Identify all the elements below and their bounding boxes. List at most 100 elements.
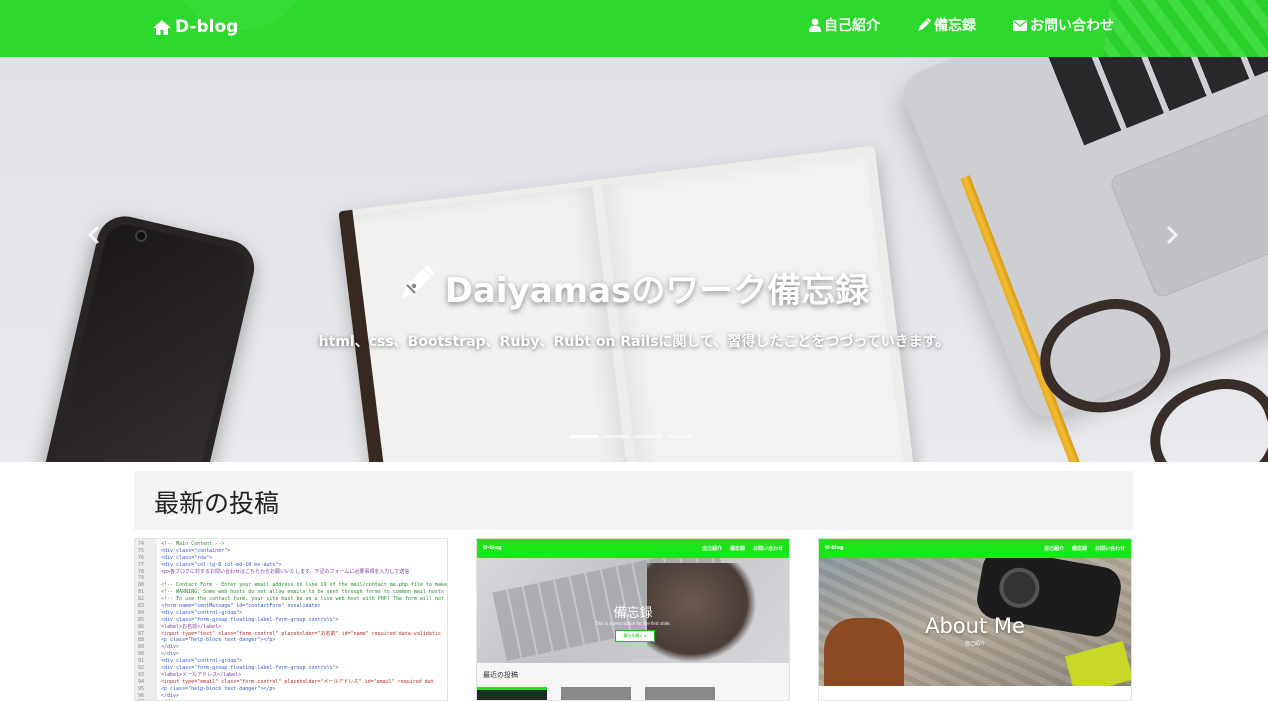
code-line-text: <input type="text" class="form-control" … (161, 630, 441, 637)
code-line-number: 94 (138, 678, 145, 685)
code-line: 77 <div class="col-lg-8 col-md-10 mx-aut… (135, 562, 447, 569)
brand-link[interactable]: D-blog (152, 14, 238, 40)
code-line-text: <label>メールアドレス</label> (161, 671, 242, 678)
code-line-number: 78 (138, 568, 145, 575)
home-icon (152, 19, 172, 36)
thumb-brand: D-blog (825, 545, 844, 551)
carousel-prev-button[interactable] (64, 217, 124, 257)
code-line-number: 88 (138, 637, 145, 644)
code-line-number: 90 (138, 651, 145, 658)
code-line: 74 <!-- Main Content --> (135, 541, 447, 548)
thumb-post-list (477, 687, 789, 700)
nav-link-contact[interactable]: お問い合わせ (1013, 15, 1114, 35)
code-line-text: </div> (161, 644, 180, 651)
code-line: 76 <div class="row"> (135, 555, 447, 562)
pen-icon (917, 18, 931, 32)
code-line: 80 <!-- Contact Form - Enter your email … (135, 582, 447, 589)
thumb-hero-subtitle: This is a description for the first slid… (595, 621, 671, 626)
code-line-text: <p>各ブログに対するお問い合わせはこちらからお願いいたします。下記のフォームに… (161, 568, 410, 575)
carousel-indicator[interactable] (667, 435, 694, 438)
post-card[interactable]: D-blog 自己紹介 備忘録 お問い合わせ 備忘録 This is a des… (476, 538, 790, 701)
nav-link-memo[interactable]: 備忘録 (917, 15, 976, 35)
code-line-number: 74 (138, 541, 145, 547)
thumb-nav-item: 自己紹介 (1043, 546, 1064, 552)
code-line-text: <!-- Contact Form - Enter your email add… (161, 582, 448, 589)
code-line: 83 <form name="sentMessage" id="contactF… (135, 603, 447, 610)
nav-links: 自己紹介 備忘録 お問い合わせ (809, 15, 1114, 35)
thumb-hero-subtitle: 自己紹介 (964, 641, 985, 647)
hero-title: Daiyamasのワーク備忘録 (0, 263, 1268, 312)
carousel-indicator[interactable] (603, 435, 630, 438)
code-line-number: 89 (138, 644, 145, 651)
code-line-text: <p class="help-block text-danger"></p> (161, 637, 276, 644)
code-line: 79 (135, 575, 447, 582)
code-line-text: <!-- Main Content --> (161, 541, 225, 547)
thumb-nav-item: お問い合わせ (752, 546, 783, 552)
hero-overlay (0, 57, 1268, 462)
pen-icon (399, 265, 435, 310)
code-line-number: 76 (138, 554, 145, 561)
code-line-text: <!-- To use the contact form, your site … (161, 596, 448, 603)
code-line-text: <div class="form-group floating-label-fo… (161, 616, 339, 623)
code-line-number: 83 (138, 603, 145, 610)
code-line: 91 <div class="control-group"> (135, 658, 447, 665)
code-line: 88 <p class="help-block text-danger"></p… (135, 637, 447, 644)
nav-link-about[interactable]: 自己紹介 (809, 15, 880, 35)
post-thumbnail-code: 74 <!-- Main Content --> 75 <div class="con… (135, 539, 447, 700)
post-card[interactable]: D-blog 自己紹介 備忘録 お問い合わせ About Me 自己紹介 (818, 538, 1132, 701)
thumb-nav-item: 自己紹介 (701, 546, 722, 552)
code-line-number: 82 (138, 596, 145, 603)
thumb-navbar: D-blog 自己紹介 備忘録 お問い合わせ (819, 539, 1131, 558)
code-line: 94 <input type="email" class="form-contr… (135, 679, 447, 686)
thumb-brand: D-blog (483, 545, 502, 551)
thumb-navbar: D-blog 自己紹介 備忘録 お問い合わせ (477, 539, 789, 558)
carousel-indicator[interactable] (635, 435, 662, 438)
code-line-number: 79 (138, 575, 145, 582)
brand-label: D-blog (175, 17, 239, 37)
carousel-indicators (571, 435, 694, 438)
code-line-number: 91 (138, 658, 145, 665)
code-line-text: <div class="form-group floating-label-fo… (161, 665, 339, 672)
code-line-text: <input type="email" class="form-control"… (161, 678, 434, 685)
code-line-text: </div> (161, 651, 180, 658)
thumb-post (477, 687, 547, 700)
chevron-left-icon (87, 225, 101, 249)
code-line: 90 </div> (135, 651, 447, 658)
carousel-next-button[interactable] (1142, 217, 1202, 257)
hero-carousel: Daiyamasのワーク備忘録 html、css、Bootstrap、Ruby、… (0, 57, 1268, 462)
code-line-number: 87 (138, 630, 145, 637)
code-line-number: 86 (138, 623, 145, 630)
code-line: 96 </div> (135, 693, 447, 700)
carousel-indicator[interactable] (571, 435, 598, 438)
envelope-icon (1013, 19, 1027, 31)
code-line-number: 95 (138, 685, 145, 692)
navbar: D-blog 自己紹介 備忘録 お問い合わせ (0, 0, 1268, 57)
thumb-hero-button: 備忘を開く ▸ (615, 630, 655, 642)
section-title: 最新の投稿 (154, 489, 280, 518)
user-icon (809, 18, 821, 32)
code-line-number: 85 (138, 616, 145, 623)
code-line: 82 <!-- To use the contact form, your si… (135, 596, 447, 603)
code-line: 89 </div> (135, 644, 447, 651)
code-line-text: <div class="container"> (161, 547, 231, 554)
code-line-number: 84 (138, 609, 145, 616)
thumb-nav-item: 備忘録 (1071, 546, 1087, 552)
thumb-post (561, 687, 631, 700)
nav-link-label: 自己紹介 (824, 18, 880, 34)
post-card[interactable]: 74 <!-- Main Content --> 75 <div class="con… (134, 538, 448, 701)
thumb-nav-item: お問い合わせ (1094, 546, 1125, 552)
code-line-text: <div class="control-group"> (161, 609, 243, 616)
latest-posts-header: 最新の投稿 (134, 471, 1133, 530)
thumb-section-title: 最近の投稿 (483, 671, 518, 679)
code-line-text: <label>お名前</label> (161, 623, 222, 630)
code-line-text: <div class="row"> (161, 554, 213, 561)
thumb-nav-item: 備忘録 (729, 546, 745, 552)
code-line-text: <form name="sentMessage" id="contactForm… (161, 603, 321, 610)
code-line-number: 96 (138, 692, 145, 699)
thumb-hero: About Me 自己紹介 (819, 558, 1131, 686)
code-line: 78 <p>各ブログに対するお問い合わせはこちらからお願いいたします。下記のフォ… (135, 569, 447, 576)
chevron-right-icon (1165, 225, 1179, 249)
code-line: 75 <div class="container"> (135, 548, 447, 555)
code-line-text: <!-- WARNING: Some web hosts do not allo… (161, 589, 448, 596)
code-line: 95 <p class="help-block text-danger"></p… (135, 686, 447, 693)
